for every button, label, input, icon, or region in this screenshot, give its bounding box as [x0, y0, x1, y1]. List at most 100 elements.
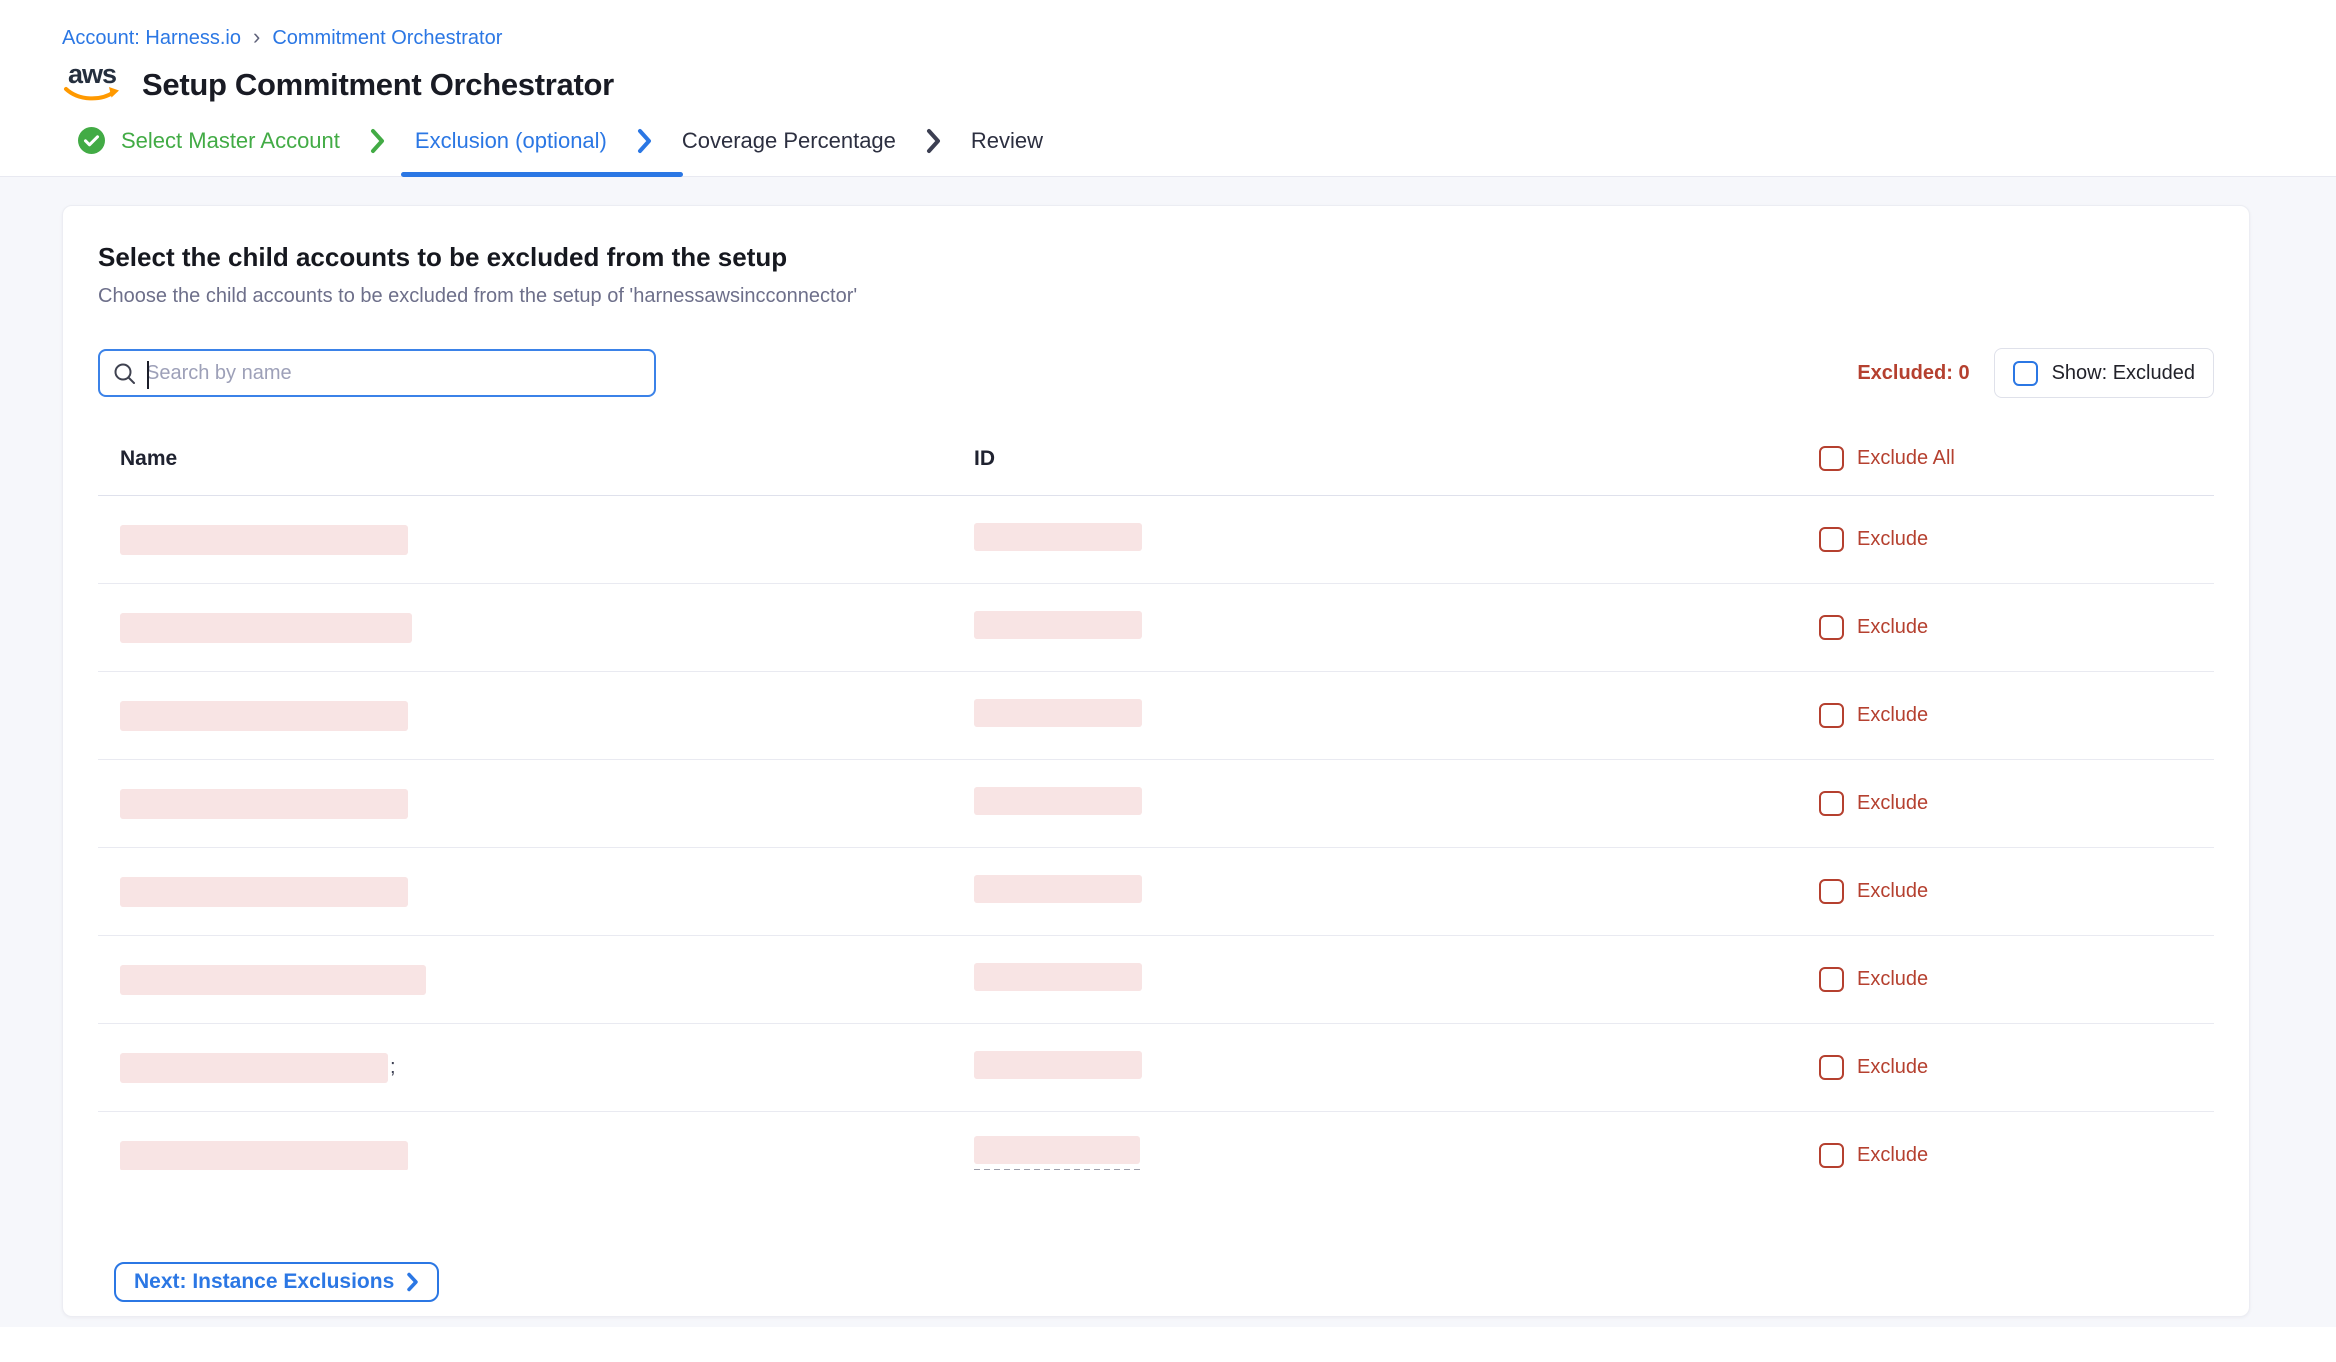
search-icon — [113, 362, 136, 385]
exclude-checkbox[interactable] — [1819, 1055, 1844, 1080]
exclude-checkbox[interactable] — [1819, 967, 1844, 992]
show-excluded-toggle[interactable]: Show: Excluded — [1994, 348, 2214, 398]
search-input[interactable] — [146, 362, 641, 385]
name-cell — [120, 525, 974, 555]
name-redaction-bar — [120, 701, 408, 731]
name-redaction-bar — [120, 877, 408, 907]
table-row: Exclude — [98, 584, 2214, 672]
chevron-right-icon — [637, 128, 652, 154]
exclude-control[interactable]: Exclude — [1819, 1143, 2214, 1168]
title-bar: aws Setup Commitment Orchestrator — [0, 50, 2336, 103]
exclude-checkbox[interactable] — [1819, 527, 1844, 552]
row-exclude-label: Exclude — [1857, 528, 1928, 551]
show-excluded-checkbox[interactable] — [2013, 361, 2038, 386]
id-cell — [974, 1051, 1819, 1084]
search-box[interactable] — [98, 349, 656, 397]
step-label: Exclusion (optional) — [415, 128, 607, 154]
row-exclude-label: Exclude — [1857, 968, 1928, 991]
exclude-checkbox[interactable] — [1819, 879, 1844, 904]
row-exclude-label: Exclude — [1857, 880, 1928, 903]
step-label: Select Master Account — [121, 128, 340, 154]
step-coverage-percentage[interactable]: Coverage Percentage — [682, 128, 896, 154]
chevron-right-icon — [406, 1272, 419, 1292]
exclude-control[interactable]: Exclude — [1819, 615, 2214, 640]
step-select-master-account[interactable]: Select Master Account — [78, 127, 340, 154]
breadcrumb: Account: Harness.io › Commitment Orchest… — [0, 0, 2336, 50]
exclude-control[interactable]: Exclude — [1819, 1055, 2214, 1080]
id-redaction-bar — [974, 1051, 1142, 1079]
name-cell — [120, 1141, 974, 1171]
breadcrumb-orchestrator-link[interactable]: Commitment Orchestrator — [272, 27, 502, 50]
stepper: Select Master Account Exclusion (optiona… — [0, 103, 2336, 177]
card-heading: Select the child accounts to be excluded… — [98, 206, 2214, 273]
check-circle-icon — [78, 127, 105, 154]
id-cell — [974, 875, 1819, 908]
row-exclude-label: Exclude — [1857, 616, 1928, 639]
table-row: Exclude — [98, 760, 2214, 848]
row-note: ; — [390, 1056, 396, 1079]
id-redaction-bar — [974, 787, 1142, 815]
table-row: Exclude — [98, 672, 2214, 760]
breadcrumb-account-link[interactable]: Account: Harness.io — [62, 27, 241, 50]
name-redaction-bar — [120, 525, 408, 555]
exclude-control[interactable]: Exclude — [1819, 791, 2214, 816]
id-cell — [974, 523, 1819, 556]
controls-row: Excluded: 0 Show: Excluded — [98, 348, 2214, 398]
name-cell: ; — [120, 1053, 974, 1083]
aws-logo-text: aws — [68, 62, 116, 86]
id-redaction-bar — [974, 699, 1142, 727]
name-cell — [120, 965, 974, 995]
table-row: Exclude — [98, 496, 2214, 584]
name-column-header: Name — [120, 447, 974, 471]
breadcrumb-separator-icon: › — [253, 26, 260, 50]
table-rows: Exclude Exclude Exclude — [98, 496, 2214, 1170]
step-label: Review — [971, 128, 1043, 154]
show-excluded-label: Show: Excluded — [2052, 362, 2195, 385]
step-exclusion[interactable]: Exclusion (optional) — [415, 128, 607, 154]
page-body: Select the child accounts to be excluded… — [0, 177, 2336, 1327]
name-cell — [120, 877, 974, 907]
id-cell — [974, 787, 1819, 820]
exclude-all-checkbox[interactable] — [1819, 446, 1844, 471]
page-title: Setup Commitment Orchestrator — [142, 67, 614, 103]
id-cell — [974, 611, 1819, 644]
name-redaction-bar — [120, 613, 412, 643]
exclude-all-label: Exclude All — [1857, 447, 1955, 470]
name-redaction-bar — [120, 1053, 388, 1083]
id-cell — [974, 963, 1819, 996]
exclude-checkbox[interactable] — [1819, 615, 1844, 640]
exclude-control[interactable]: Exclude — [1819, 527, 2214, 552]
row-exclude-label: Exclude — [1857, 704, 1928, 727]
id-redaction-bar — [974, 611, 1142, 639]
name-cell — [120, 701, 974, 731]
step-review[interactable]: Review — [971, 128, 1043, 154]
name-redaction-bar — [120, 789, 408, 819]
right-controls: Excluded: 0 Show: Excluded — [1857, 348, 2214, 398]
next-instance-exclusions-button[interactable]: Next: Instance Exclusions — [114, 1262, 439, 1302]
exclude-control[interactable]: Exclude — [1819, 967, 2214, 992]
table-row: Exclude — [98, 1112, 2214, 1170]
accounts-table: Name ID Exclude All Exclude — [98, 432, 2214, 1170]
id-cell — [974, 1136, 1819, 1171]
exclude-all-control[interactable]: Exclude All — [1819, 446, 2214, 471]
id-redaction-bar — [974, 963, 1142, 991]
next-button-label: Next: Instance Exclusions — [134, 1270, 394, 1294]
name-cell — [120, 789, 974, 819]
id-redaction-bar — [974, 1136, 1140, 1164]
table-row: Exclude — [98, 848, 2214, 936]
id-redaction-bar — [974, 875, 1142, 903]
name-cell — [120, 613, 974, 643]
exclude-control[interactable]: Exclude — [1819, 703, 2214, 728]
chevron-right-icon — [370, 128, 385, 154]
page: Account: Harness.io › Commitment Orchest… — [0, 0, 2336, 1327]
id-cell — [974, 699, 1819, 732]
exclude-control[interactable]: Exclude — [1819, 879, 2214, 904]
excluded-counter: Excluded: 0 — [1857, 362, 1969, 385]
name-redaction-bar — [120, 1141, 408, 1171]
row-exclude-label: Exclude — [1857, 792, 1928, 815]
exclude-checkbox[interactable] — [1819, 703, 1844, 728]
exclude-checkbox[interactable] — [1819, 1143, 1844, 1168]
card-subheading: Choose the child accounts to be excluded… — [98, 285, 2214, 308]
exclude-checkbox[interactable] — [1819, 791, 1844, 816]
row-exclude-label: Exclude — [1857, 1056, 1928, 1079]
